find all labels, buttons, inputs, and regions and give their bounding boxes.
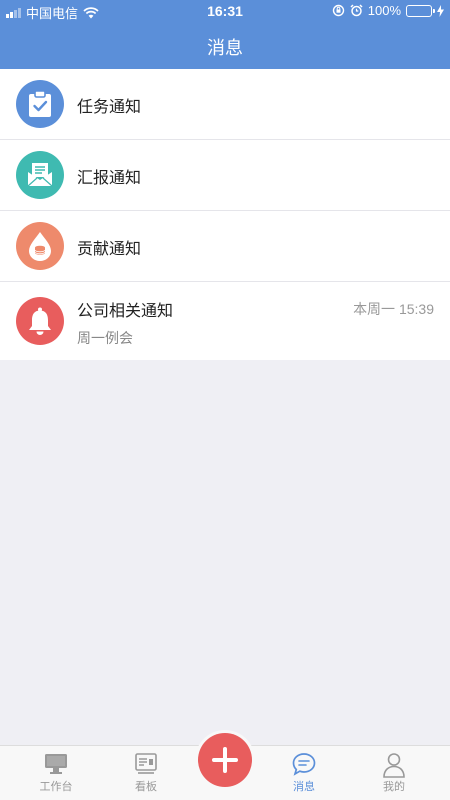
chat-bubble-icon	[292, 753, 316, 776]
notification-title: 任务通知	[77, 97, 142, 116]
notification-time: 本周一 15:39	[353, 301, 434, 317]
status-bar: 中国电信 16:31 100%	[0, 0, 450, 22]
nav-bar: 消息	[0, 22, 450, 69]
tab-workbench[interactable]: 工作台	[11, 746, 101, 800]
task-avatar	[16, 80, 64, 128]
notification-title: 贡献通知	[77, 239, 142, 258]
plus-icon	[212, 747, 238, 773]
add-button[interactable]	[198, 733, 252, 787]
tab-label: 看板	[135, 780, 157, 793]
board-icon	[135, 753, 157, 774]
bell-icon	[29, 307, 51, 335]
notification-title: 公司相关通知	[77, 301, 174, 320]
tab-mine[interactable]: 我的	[349, 746, 439, 800]
drop-coins-icon	[29, 232, 51, 261]
clipboard-check-icon	[29, 90, 51, 117]
notification-subtitle: 周一例会	[77, 331, 133, 347]
tab-label: 工作台	[39, 780, 73, 793]
tab-messages[interactable]: 消息	[259, 746, 349, 800]
status-right: 100%	[332, 3, 444, 18]
notification-title: 汇报通知	[77, 168, 142, 187]
envelope-icon	[27, 163, 53, 187]
battery-icon	[406, 4, 435, 17]
page-title: 消息	[207, 38, 243, 59]
monitor-icon	[45, 754, 67, 774]
tab-label: 我的	[383, 780, 405, 793]
contribution-avatar	[16, 222, 64, 270]
alarm-icon	[350, 4, 363, 17]
notification-task[interactable]: 任务通知	[0, 69, 450, 140]
notification-contribution[interactable]: 贡献通知	[0, 211, 450, 282]
tab-label: 消息	[293, 780, 315, 793]
report-avatar	[16, 151, 64, 199]
charging-icon	[437, 4, 444, 17]
notification-list: 任务通知 汇报通知 贡献通知 公司相关通知 周一例会 本周一 15:39	[0, 69, 450, 360]
user-icon	[383, 753, 405, 778]
tab-board[interactable]: 看板	[101, 746, 191, 800]
notification-company[interactable]: 公司相关通知 周一例会 本周一 15:39	[0, 282, 450, 360]
battery-percent: 100%	[367, 3, 401, 18]
company-avatar	[16, 297, 64, 345]
orientation-lock-icon	[332, 4, 344, 17]
notification-report[interactable]: 汇报通知	[0, 140, 450, 211]
